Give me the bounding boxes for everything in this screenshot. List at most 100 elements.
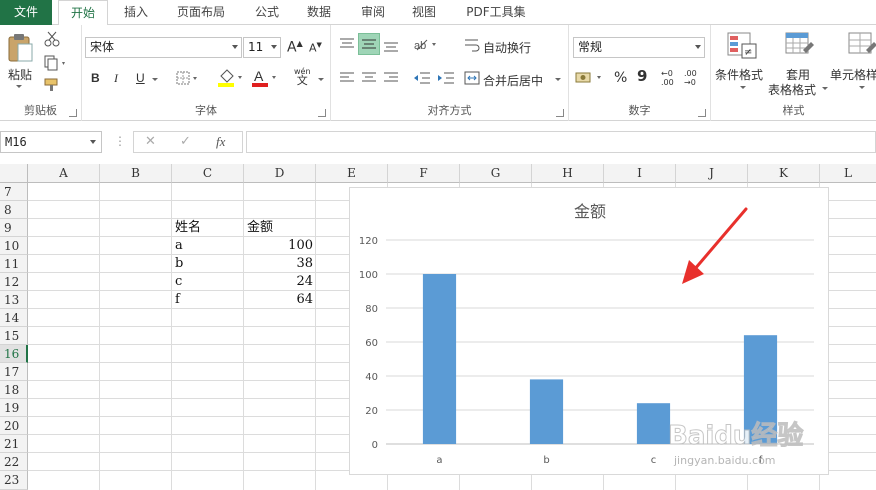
bar-chart[interactable]: 金额 0 20 40 60 80 100 120 abcf Baidu经验 jingyan.… xyxy=(349,187,829,475)
paste-dropdown-icon[interactable] xyxy=(16,85,22,88)
increase-decimal-button[interactable]: ←0 .00 xyxy=(661,69,679,87)
cell-c13[interactable]: f xyxy=(172,291,244,309)
column-header-b[interactable]: B xyxy=(100,164,172,183)
align-left-icon[interactable] xyxy=(339,71,355,88)
currency-icon[interactable] xyxy=(575,70,605,89)
formula-input[interactable] xyxy=(246,131,876,153)
tab-formulas[interactable]: 公式 xyxy=(244,0,290,25)
tab-file[interactable]: 文件 xyxy=(0,0,52,25)
font-size-select[interactable]: 11 xyxy=(243,37,281,58)
column-header-e[interactable]: E xyxy=(316,164,388,183)
row-header-10[interactable]: 10 xyxy=(0,237,28,255)
cell-styles-button[interactable]: 单元格样 xyxy=(830,66,876,83)
cut-icon[interactable] xyxy=(44,31,60,50)
column-header-j[interactable]: J xyxy=(676,164,748,183)
comma-style-button[interactable]: 9 xyxy=(637,67,647,85)
cell-styles-dropdown-icon[interactable] xyxy=(859,86,865,89)
decrease-decimal-button[interactable]: .00 →0 xyxy=(684,69,702,87)
bar-b[interactable] xyxy=(529,379,564,444)
underline-button[interactable]: U xyxy=(136,71,145,85)
column-header-i[interactable]: I xyxy=(604,164,676,183)
column-header-a[interactable]: A xyxy=(28,164,100,183)
row-header-15[interactable]: 15 xyxy=(0,327,28,345)
align-middle-icon[interactable] xyxy=(358,33,380,55)
conditional-dropdown-icon[interactable] xyxy=(740,86,746,89)
cell-c12[interactable]: c xyxy=(172,273,244,291)
format-as-table-dropdown-icon[interactable] xyxy=(822,87,828,90)
tab-home[interactable]: 开始 xyxy=(58,0,108,26)
number-launcher-icon[interactable] xyxy=(698,109,706,117)
format-painter-icon[interactable] xyxy=(44,78,62,95)
tab-view[interactable]: 视图 xyxy=(401,0,447,25)
row-header-14[interactable]: 14 xyxy=(0,309,28,327)
merge-center-button[interactable]: 合并后居中 xyxy=(483,72,543,89)
bar-a[interactable] xyxy=(422,274,457,444)
conditional-formatting-icon[interactable]: ≠ xyxy=(727,32,757,63)
align-right-icon[interactable] xyxy=(383,71,399,88)
row-header-20[interactable]: 20 xyxy=(0,417,28,435)
column-header-c[interactable]: C xyxy=(172,164,244,183)
align-bottom-icon[interactable] xyxy=(383,39,399,56)
tab-review[interactable]: 审阅 xyxy=(350,0,396,25)
align-center-icon[interactable] xyxy=(361,71,377,88)
column-header-l[interactable]: L xyxy=(820,164,876,183)
cell-c9[interactable]: 姓名 xyxy=(172,219,244,237)
merge-dropdown-icon[interactable] xyxy=(555,78,561,81)
column-header-k[interactable]: K xyxy=(748,164,820,183)
more-options-icon[interactable]: ⋮ xyxy=(114,134,126,148)
cell-d10[interactable]: 100 xyxy=(244,237,316,255)
row-header-19[interactable]: 19 xyxy=(0,399,28,417)
copy-icon[interactable] xyxy=(44,55,68,74)
paste-icon[interactable] xyxy=(6,33,34,66)
chart-y-axis[interactable]: 0 20 40 60 80 100 120 xyxy=(359,236,378,451)
format-as-table-button-line2[interactable]: 表格格式 xyxy=(768,81,816,98)
align-top-icon[interactable] xyxy=(339,37,355,54)
grow-font-button[interactable]: A▲ xyxy=(287,39,303,56)
tab-data[interactable]: 数据 xyxy=(296,0,342,25)
column-header-h[interactable]: H xyxy=(532,164,604,183)
cell-d9[interactable]: 金额 xyxy=(244,219,316,237)
row-header-21[interactable]: 21 xyxy=(0,435,28,453)
cancel-icon[interactable]: ✕ xyxy=(145,134,156,149)
wrap-text-icon[interactable] xyxy=(464,37,480,56)
wrap-text-button[interactable]: 自动换行 xyxy=(483,39,531,56)
tab-page-layout[interactable]: 页面布局 xyxy=(166,0,236,25)
bar-c[interactable] xyxy=(636,403,671,444)
chart-title[interactable]: 金额 xyxy=(574,202,606,221)
row-header-9[interactable]: 9 xyxy=(0,219,28,237)
row-header-11[interactable]: 11 xyxy=(0,255,28,273)
row-header-22[interactable]: 22 xyxy=(0,453,28,471)
cell-c10[interactable]: a xyxy=(172,237,244,255)
column-header-g[interactable]: G xyxy=(460,164,532,183)
row-header-7[interactable]: 7 xyxy=(0,183,28,201)
clipboard-launcher-icon[interactable] xyxy=(69,109,77,117)
row-header-8[interactable]: 8 xyxy=(0,201,28,219)
row-header-13[interactable]: 13 xyxy=(0,291,28,309)
cell-c11[interactable]: b xyxy=(172,255,244,273)
decrease-indent-icon[interactable] xyxy=(413,71,431,88)
cell-d13[interactable]: 64 xyxy=(244,291,316,309)
alignment-launcher-icon[interactable] xyxy=(556,109,564,117)
increase-indent-icon[interactable] xyxy=(437,71,455,88)
phonetic-dropdown-icon[interactable] xyxy=(318,78,324,81)
enter-icon[interactable]: ✓ xyxy=(180,134,191,149)
select-all-corner[interactable] xyxy=(0,164,28,183)
cell-d11[interactable]: 38 xyxy=(244,255,316,273)
paste-label[interactable]: 粘贴 xyxy=(8,66,32,83)
format-as-table-icon[interactable] xyxy=(785,32,815,63)
merge-center-icon[interactable] xyxy=(464,71,480,88)
column-header-d[interactable]: D xyxy=(244,164,316,183)
tab-insert[interactable]: 插入 xyxy=(112,0,160,25)
shrink-font-button[interactable]: A▼ xyxy=(309,41,322,55)
row-header-16[interactable]: 16 xyxy=(0,345,28,363)
phonetic-button[interactable]: wén 文 xyxy=(294,67,311,86)
name-box[interactable]: M16 xyxy=(0,131,102,153)
row-header-23[interactable]: 23 xyxy=(0,471,28,490)
number-format-select[interactable]: 常规 xyxy=(573,37,705,58)
tab-pdf-tools[interactable]: PDF工具集 xyxy=(456,0,536,25)
bold-button[interactable]: B xyxy=(91,71,100,85)
cell-styles-icon[interactable] xyxy=(848,32,876,63)
orientation-icon[interactable]: ab xyxy=(413,36,437,55)
row-header-18[interactable]: 18 xyxy=(0,381,28,399)
conditional-formatting-button[interactable]: 条件格式 xyxy=(715,66,763,83)
